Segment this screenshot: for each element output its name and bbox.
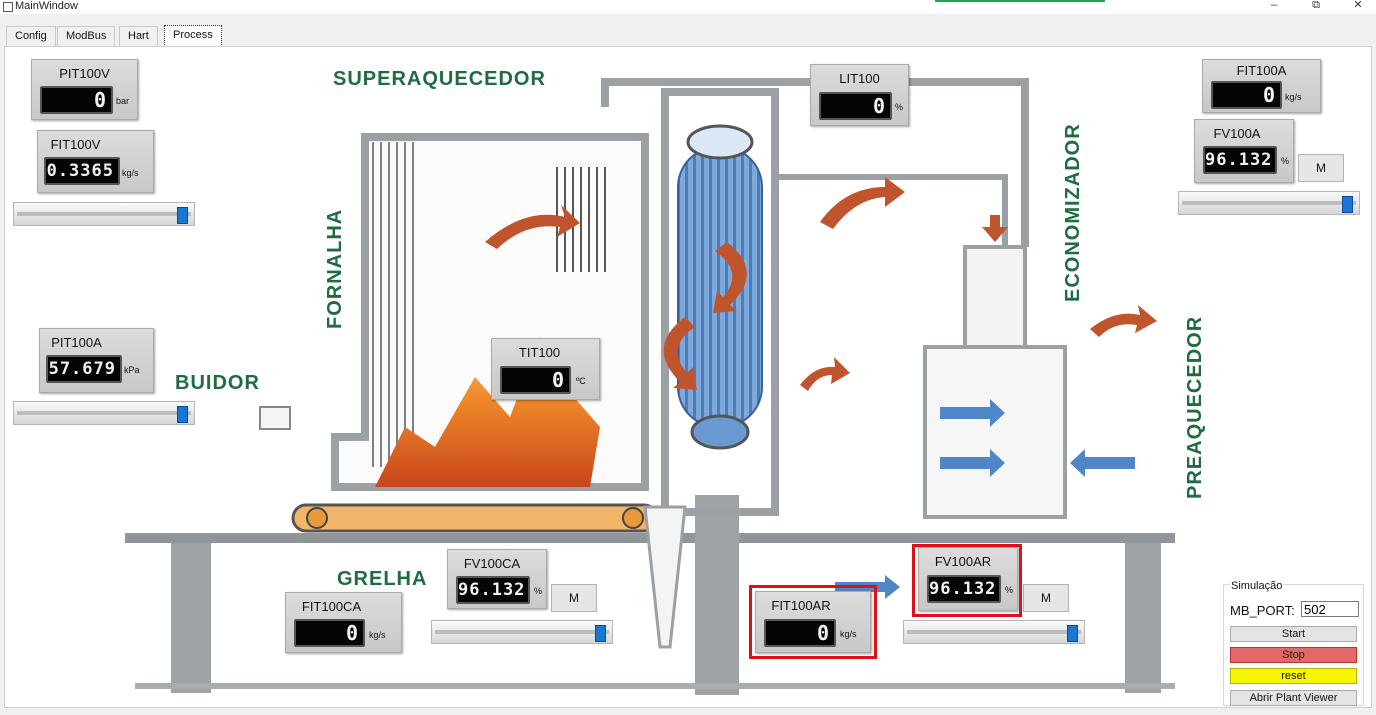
tab-modbus[interactable]: ModBus [57,26,116,46]
lcd-value: 0 [294,619,365,647]
label-distribuidor: BUIDOR [175,372,260,394]
lcd-value: 0 [1211,81,1282,109]
gauge-label: FIT100V [50,137,101,152]
unit-label: kg/s [122,168,139,178]
manual-button-fv100ca[interactable]: M [551,584,597,612]
unit-label: kg/s [369,630,386,640]
minimize-icon[interactable]: – [1260,0,1288,14]
unit-label: kPa [124,365,140,375]
foundation-right [1125,543,1161,693]
tab-hart[interactable]: Hart [119,26,158,46]
gauge-label: FIT100CA [301,599,362,614]
highlight-box-fv100ar [912,544,1022,617]
mb-port-input[interactable] [1301,601,1359,617]
label-fornalha: FORNALHA [324,209,346,329]
slider-groove [435,630,609,634]
boiler-diagram: SUPERAQUECEDOR FORNALHA ECONOMIZADOR PRE… [125,68,1206,695]
gauge-fv100ca: FV100CA 96.132 % [447,549,547,609]
gauge-label: FV100A [1213,126,1261,141]
gauge-label: TIT100 [518,345,561,360]
unit-label: ºC [576,376,586,386]
gauge-label: PIT100V [59,66,110,81]
gauge-label: FIT100A [1236,63,1287,78]
stop-button[interactable]: Stop [1230,647,1357,663]
slider-groove [17,212,191,216]
label-preaquecedor: PREAQUECEDOR [1184,316,1206,499]
lcd-value: 0 [819,92,892,120]
window-title: MainWindow [15,0,78,12]
slider-thumb[interactable] [1341,196,1353,213]
simulation-frame: Simulação MB_PORT: Start Stop reset Abri… [1223,580,1364,706]
manual-button-fv100ar[interactable]: M [1023,584,1069,612]
lcd-value: 0 [500,366,571,394]
lcd-value: 96.132 [1203,146,1277,174]
gauge-label: LIT100 [839,71,880,86]
gauge-label: FV100CA [463,556,521,571]
unit-label: % [534,586,543,596]
highlight-box-fit100ar [749,585,877,659]
label-economizador: ECONOMIZADOR [1062,123,1084,302]
process-panel: SUPERAQUECEDOR FORNALHA ECONOMIZADOR PRE… [4,46,1372,708]
slider-fv100ca[interactable] [431,620,613,644]
grate-conveyor [291,503,659,533]
slider-fv100a[interactable] [1178,191,1360,215]
tab-config[interactable]: Config [6,26,56,46]
air-preheater [923,345,1067,519]
unit-label: kg/s [1285,92,1302,102]
foundation-mid [695,495,739,695]
steam-drum [686,124,754,160]
base-slab [135,683,1175,689]
app-icon [3,2,13,12]
gauge-tit100: TIT100 0 ºC [491,338,600,400]
taskbar-progress [935,0,1105,2]
tab-process[interactable]: Process [164,25,222,47]
fuel-feeder [259,406,291,430]
slider-groove [1182,201,1356,205]
lcd-value: 0 [40,86,113,114]
gauge-fv100a: FV100A 96.132 % [1194,119,1294,183]
unit-label: % [1281,156,1290,166]
open-plant-viewer-button[interactable]: Abrir Plant Viewer [1230,690,1357,706]
lcd-value: 57.679 [46,355,122,383]
manual-button-fv100a[interactable]: M [1298,154,1344,182]
simulation-title: Simulação [1230,580,1284,592]
slider-groove [907,630,1081,634]
reset-button[interactable]: reset [1230,668,1357,684]
gauge-fit100a: FIT100A 0 kg/s [1202,59,1321,113]
title-bar: MainWindow – ⧉ ✕ [0,0,1376,14]
close-icon[interactable]: ✕ [1344,0,1372,14]
gauge-pit100v: PIT100V 0 bar [31,59,138,120]
maximize-icon[interactable]: ⧉ [1302,0,1330,14]
cyclone [643,505,687,649]
lcd-value: 0.3365 [44,157,120,185]
gauge-fit100ca: FIT100CA 0 kg/s [285,592,402,653]
foundation-left [171,543,211,693]
label-grelha: GRELHA [337,568,427,590]
slider-fv100ar[interactable] [903,620,1085,644]
grate-roller-right [622,507,644,529]
mb-port-label: MB_PORT: [1230,603,1295,618]
slider-fit100v[interactable] [13,202,195,226]
unit-label: bar [116,96,130,106]
gauge-fit100v: FIT100V 0.3365 kg/s [37,130,154,193]
gauge-label: PIT100A [51,335,102,350]
slider-thumb[interactable] [176,406,188,423]
slider-thumb[interactable] [1066,625,1078,642]
start-button[interactable]: Start [1230,626,1357,642]
gauge-pit100a: PIT100A 57.679 kPa [39,328,154,393]
slider-groove [17,411,191,415]
slider-thumb[interactable] [594,625,606,642]
gauge-lit100: LIT100 0 % [810,64,909,126]
simulation-group: Simulação MB_PORT: Start Stop reset Abri… [1223,578,1364,706]
economizer [963,245,1027,349]
grate-roller-left [306,507,328,529]
slider-pit100a[interactable] [13,401,195,425]
lcd-value: 96.132 [456,576,530,604]
label-superaquecedor: SUPERAQUECEDOR [333,68,546,90]
unit-label: % [895,102,904,112]
slider-thumb[interactable] [176,207,188,224]
mud-drum [690,414,750,450]
